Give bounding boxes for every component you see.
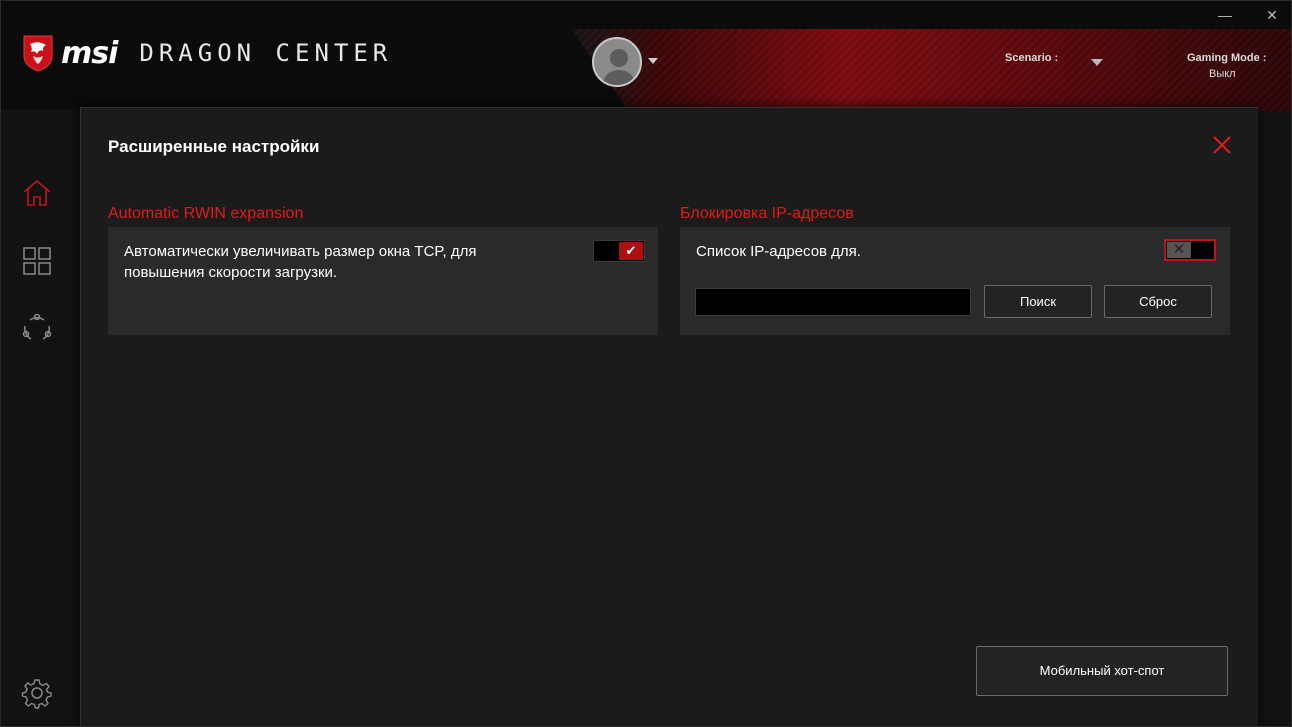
gaming-mode-label: Gaming Mode : [1187, 52, 1267, 64]
rwin-toggle[interactable]: ✔ [593, 240, 645, 262]
check-icon: ✔ [619, 242, 643, 260]
ip-address-input[interactable] [695, 288, 971, 316]
scenario-label: Scenario : [1005, 52, 1059, 64]
msi-dragon-icon [23, 35, 53, 72]
close-icon[interactable] [1211, 134, 1233, 156]
search-button[interactable]: Поиск [984, 285, 1092, 318]
ip-block-card: Список IP-адресов для. ✕ Поиск Сброс [680, 227, 1230, 335]
advanced-settings-dialog: Расширенные настройки Automatic RWIN exp… [80, 107, 1258, 726]
ip-block-section-label: Блокировка IP-адресов [680, 205, 854, 222]
brand-name: msi [61, 35, 118, 71]
rwin-description-line-2: повышения скорости загрузки. [124, 264, 338, 281]
avatar[interactable] [592, 37, 642, 87]
app-header: msi DRAGON CENTER — ✕ Scenario : Gaming … [1, 1, 1291, 111]
home-icon[interactable] [21, 177, 53, 209]
avatar-dropdown-icon[interactable] [648, 58, 658, 64]
gear-icon[interactable] [21, 677, 53, 709]
dialog-title: Расширенные настройки [108, 137, 320, 156]
gaming-mode-value[interactable]: Выкл [1209, 68, 1236, 80]
apps-grid-icon[interactable] [21, 245, 53, 277]
reset-button[interactable]: Сброс [1104, 285, 1212, 318]
rwin-section-label: Automatic RWIN expansion [108, 205, 304, 222]
ip-block-toggle[interactable]: ✕ [1164, 239, 1216, 261]
mobile-hotspot-button[interactable]: Мобильный хот-спот [976, 646, 1228, 696]
cross-icon: ✕ [1167, 242, 1191, 258]
app-window: msi DRAGON CENTER — ✕ Scenario : Gaming … [0, 0, 1292, 727]
network-icon[interactable] [21, 312, 53, 344]
minimize-button[interactable]: — [1213, 5, 1237, 25]
rwin-card: Автоматически увеличивать размер окна TC… [108, 227, 658, 335]
close-window-button[interactable]: ✕ [1260, 5, 1284, 25]
scenario-dropdown-icon[interactable] [1091, 59, 1103, 66]
ip-block-description: Список IP-адресов для. [696, 243, 861, 260]
rwin-description: Автоматически увеличивать размер окна TC… [124, 241, 584, 283]
product-name: DRAGON CENTER [139, 39, 393, 67]
rwin-description-line-1: Автоматически увеличивать размер окна TC… [124, 243, 477, 260]
header-decoration [571, 29, 1291, 111]
app-logo: msi DRAGON CENTER [21, 34, 392, 72]
